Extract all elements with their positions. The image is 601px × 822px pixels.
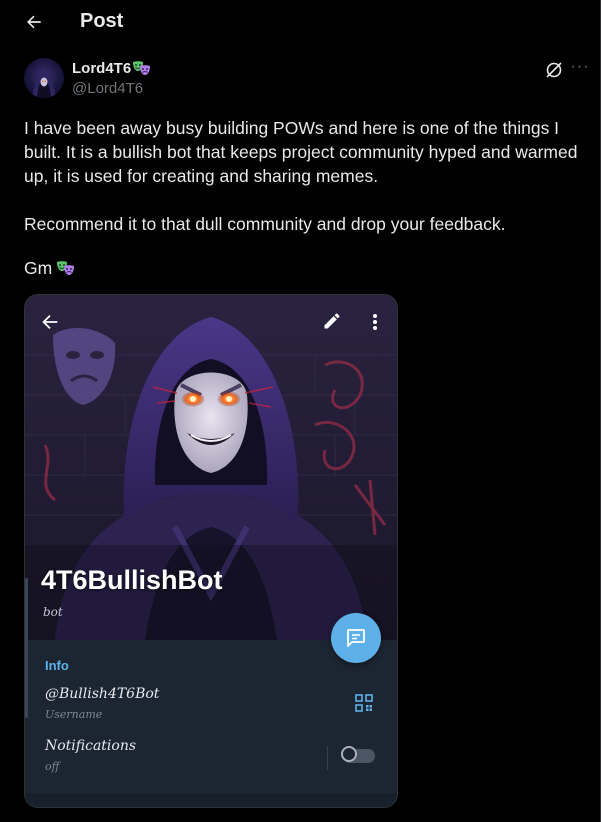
author-display-name[interactable]: Lord4T6: [72, 60, 131, 77]
theater-masks-icon: [57, 260, 75, 275]
tweet-greeting: Gm: [24, 258, 76, 279]
qr-code-button[interactable]: [355, 694, 373, 712]
tweet-paragraph: Gm: [24, 258, 53, 278]
username-value[interactable]: @Bullish4T6Bot: [45, 686, 159, 702]
message-icon: [347, 629, 365, 647]
scrollbar[interactable]: [25, 578, 28, 718]
arrow-left-icon: [42, 314, 58, 330]
tweet-text: I have been away busy building POWs and …: [24, 116, 584, 236]
tweet-paragraph: I have been away busy building POWs and …: [24, 118, 578, 186]
send-message-button[interactable]: [331, 613, 381, 663]
arrow-left-icon: [27, 15, 41, 29]
edit-button[interactable]: [322, 311, 344, 333]
panel-footer: [25, 793, 397, 807]
grok-icon: [546, 62, 562, 78]
toggle-knob: [341, 746, 357, 762]
post-page: Post Lord4T6 @Lord4T6 ··· I have been aw…: [0, 0, 601, 822]
post-media-image[interactable]: 4T6BullishBot bot Info @Bullish4T6Bot Us…: [24, 294, 398, 808]
username-label: Username: [45, 708, 103, 721]
info-panel: Info @Bullish4T6Bot Username Notificatio…: [25, 640, 397, 807]
notifications-row[interactable]: Notifications off: [25, 738, 397, 786]
info-heading: Info: [45, 658, 69, 673]
hooded-figure-image: [32, 72, 56, 98]
page-title: Post: [80, 10, 124, 32]
theater-masks-icon: [132, 60, 152, 78]
kebab-menu-icon: [373, 314, 377, 330]
bot-name: 4T6BullishBot: [41, 565, 223, 595]
top-bar: Post: [0, 0, 600, 44]
notifications-label: Notifications: [45, 738, 137, 754]
kebab-menu-button[interactable]: [365, 311, 385, 333]
qr-code-icon: [355, 694, 373, 712]
tweet-paragraph: Recommend it to that dull community and …: [24, 214, 506, 234]
back-button[interactable]: [22, 10, 46, 34]
author-handle[interactable]: @Lord4T6: [72, 80, 143, 97]
avatar[interactable]: [24, 58, 64, 98]
bot-back-button[interactable]: [39, 311, 63, 335]
notifications-status: off: [45, 760, 60, 773]
pencil-icon: [324, 313, 340, 329]
more-icon[interactable]: ···: [570, 58, 590, 78]
grok-button[interactable]: [544, 60, 564, 80]
divider: [327, 746, 328, 770]
bot-subtitle: bot: [43, 605, 63, 619]
notifications-toggle[interactable]: [341, 746, 375, 763]
